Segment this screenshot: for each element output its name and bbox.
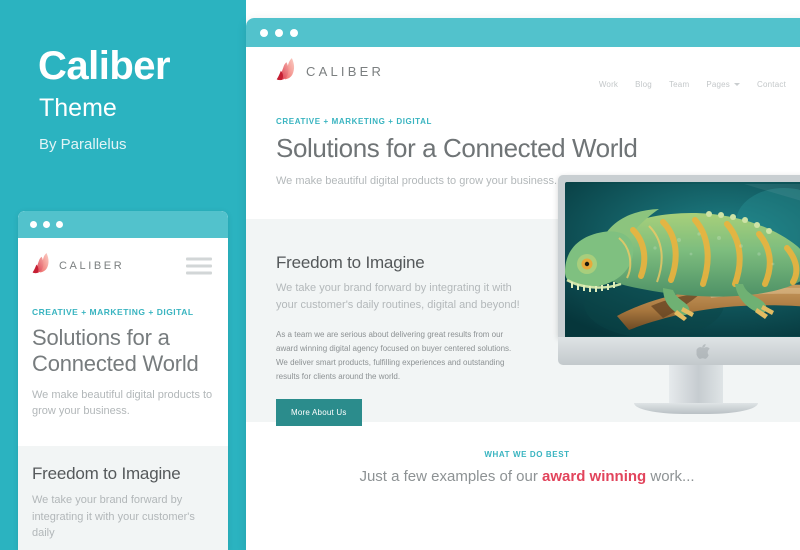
desktop-hero-heading: Solutions for a Connected World [276,133,638,163]
mobile-site-header: CALIBER [18,238,228,293]
window-dot-1[interactable] [30,221,37,228]
desktop-feature-paragraph: As a team we are serious about deliverin… [276,330,512,382]
promo-panel: Caliber Theme By Parallelus CALIBER CREA… [0,0,246,550]
nav-item-contact[interactable]: Contact [757,80,786,89]
nav-item-work[interactable]: Work [599,80,618,89]
bottom-text-before: Just a few examples of our [359,467,543,485]
nav-item-blog[interactable]: Blog [635,80,652,89]
desktop-site-header: CALIBER Work Blog Team Pages Contact [246,47,800,95]
window-dot-3[interactable] [56,221,63,228]
more-about-us-button[interactable]: More About Us [276,399,362,427]
nav-item-pages-label: Pages [706,80,731,89]
brand-name[interactable]: CALIBER [59,260,124,272]
desktop-mockup-window: CALIBER Work Blog Team Pages Contact CRE… [246,18,800,550]
mobile-window-titlebar [18,211,228,238]
monitor-stand-base [634,402,758,414]
mobile-feature-heading: Freedom to Imagine [32,463,181,483]
mobile-hero-lead: We make beautiful digital products to gr… [32,388,213,417]
desktop-feature-subheading: We take your brand forward by integratin… [276,282,520,311]
chameleon-on-branch-photo [565,181,800,337]
imac-monitor-icon [536,174,800,425]
mobile-feature-section: Freedom to Imagine We take your brand fo… [18,445,228,550]
chevron-down-icon [734,83,741,87]
window-dot-3[interactable] [290,28,298,37]
bottom-highlight: award winning [542,467,647,485]
flame-logo-icon[interactable] [32,252,53,279]
desktop-bottom-section: WHAT WE DO BEST Just a few examples of o… [246,421,800,485]
monitor-stand-neck [669,364,723,407]
desktop-hero-eyebrow: CREATIVE + MARKETING + DIGITAL [276,117,432,126]
window-dot-2[interactable] [275,28,283,37]
mobile-mockup-window: CALIBER CREATIVE + MARKETING + DIGITAL S… [18,211,228,550]
mobile-feature-body: We take your brand forward by integratin… [32,494,195,540]
hamburger-menu-icon[interactable] [186,253,212,278]
mobile-hero-eyebrow: CREATIVE + MARKETING + DIGITAL [32,307,194,317]
brand-name[interactable]: CALIBER [306,64,384,79]
main-navigation: Work Blog Team Pages Contact [599,80,786,89]
promo-title: Caliber [38,44,171,88]
screenshot-root: Caliber Theme By Parallelus CALIBER CREA… [0,0,800,550]
bottom-eyebrow: WHAT WE DO BEST [484,449,570,459]
promo-author: By Parallelus [39,136,127,153]
flame-logo-icon[interactable] [276,57,299,86]
bottom-tagline: Just a few examples of our award winning… [246,468,800,485]
mobile-hero-heading: Solutions for a Connected World [32,325,199,376]
bottom-text-after: work... [646,467,695,485]
monitor-bezel [558,174,800,337]
desktop-feature-section: Freedom to Imagine We take your brand fo… [246,174,800,427]
apple-logo-icon [696,343,710,364]
nav-item-pages[interactable]: Pages [706,80,741,89]
nav-item-team[interactable]: Team [669,80,689,89]
window-dot-1[interactable] [260,28,268,37]
window-dot-2[interactable] [43,221,50,228]
monitor-chin [558,336,800,365]
mobile-hero-section: CREATIVE + MARKETING + DIGITAL Solutions… [18,293,228,446]
desktop-window-titlebar [246,18,800,47]
promo-subtitle: Theme [39,94,117,122]
